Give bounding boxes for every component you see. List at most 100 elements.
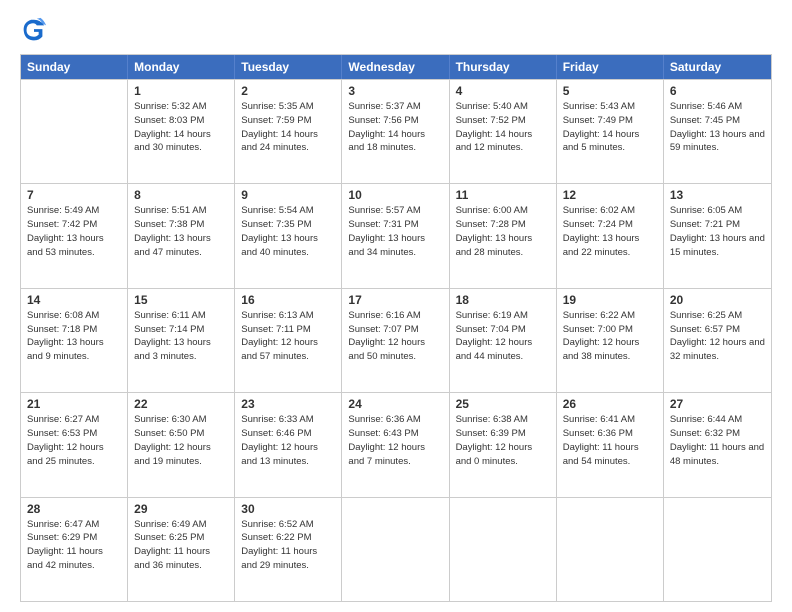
calendar-cell-12: 12 Sunrise: 6:02 AM Sunset: 7:24 PM Dayli… [557, 184, 664, 287]
calendar-body: 1 Sunrise: 5:32 AM Sunset: 8:03 PM Daylig… [21, 79, 771, 601]
day-number: 19 [563, 293, 657, 307]
day-info: Sunrise: 5:49 AM Sunset: 7:42 PM Dayligh… [27, 204, 121, 259]
day-info: Sunrise: 6:22 AM Sunset: 7:00 PM Dayligh… [563, 309, 657, 364]
calendar-cell-8: 8 Sunrise: 5:51 AM Sunset: 7:38 PM Daylig… [128, 184, 235, 287]
day-info: Sunrise: 5:54 AM Sunset: 7:35 PM Dayligh… [241, 204, 335, 259]
day-number: 13 [670, 188, 765, 202]
calendar-cell-empty-4-3 [342, 498, 449, 601]
calendar-cell-empty-0-0 [21, 80, 128, 183]
calendar-cell-18: 18 Sunrise: 6:19 AM Sunset: 7:04 PM Dayli… [450, 289, 557, 392]
day-info: Sunrise: 6:08 AM Sunset: 7:18 PM Dayligh… [27, 309, 121, 364]
day-number: 24 [348, 397, 442, 411]
header-cell-tuesday: Tuesday [235, 55, 342, 79]
calendar: SundayMondayTuesdayWednesdayThursdayFrid… [20, 54, 772, 602]
day-number: 30 [241, 502, 335, 516]
calendar-cell-23: 23Sunrise: 6:33 AM Sunset: 6:46 PM Dayli… [235, 393, 342, 496]
calendar-cell-5: 5Sunrise: 5:43 AM Sunset: 7:49 PM Daylig… [557, 80, 664, 183]
calendar-cell-29: 29 Sunrise: 6:49 AM Sunset: 6:25 PM Dayli… [128, 498, 235, 601]
header [20, 16, 772, 44]
header-cell-sunday: Sunday [21, 55, 128, 79]
calendar-row-0: 1 Sunrise: 5:32 AM Sunset: 8:03 PM Daylig… [21, 79, 771, 183]
day-number: 1 [134, 84, 228, 98]
calendar-cell-13: 13 Sunrise: 6:05 AM Sunset: 7:21 PM Dayli… [664, 184, 771, 287]
day-number: 20 [670, 293, 765, 307]
calendar-cell-11: 11 Sunrise: 6:00 AM Sunset: 7:28 PM Dayli… [450, 184, 557, 287]
day-info: Sunrise: 6:44 AM Sunset: 6:32 PM Dayligh… [670, 413, 765, 468]
day-number: 12 [563, 188, 657, 202]
day-info: Sunrise: 6:05 AM Sunset: 7:21 PM Dayligh… [670, 204, 765, 259]
calendar-cell-10: 10Sunrise: 5:57 AM Sunset: 7:31 PM Dayli… [342, 184, 449, 287]
calendar-cell-14: 14 Sunrise: 6:08 AM Sunset: 7:18 PM Dayli… [21, 289, 128, 392]
calendar-row-2: 14 Sunrise: 6:08 AM Sunset: 7:18 PM Dayli… [21, 288, 771, 392]
header-cell-friday: Friday [557, 55, 664, 79]
day-number: 23 [241, 397, 335, 411]
day-number: 26 [563, 397, 657, 411]
calendar-cell-27: 27Sunrise: 6:44 AM Sunset: 6:32 PM Dayli… [664, 393, 771, 496]
day-info: Sunrise: 6:52 AM Sunset: 6:22 PM Dayligh… [241, 518, 335, 573]
day-info: Sunrise: 5:40 AM Sunset: 7:52 PM Dayligh… [456, 100, 550, 155]
day-number: 14 [27, 293, 121, 307]
day-info: Sunrise: 6:27 AM Sunset: 6:53 PM Dayligh… [27, 413, 121, 468]
day-info: Sunrise: 6:47 AM Sunset: 6:29 PM Dayligh… [27, 518, 121, 573]
calendar-cell-empty-4-5 [557, 498, 664, 601]
day-info: Sunrise: 6:36 AM Sunset: 6:43 PM Dayligh… [348, 413, 442, 468]
calendar-cell-empty-4-6 [664, 498, 771, 601]
day-number: 22 [134, 397, 228, 411]
logo [20, 16, 52, 44]
day-info: Sunrise: 5:57 AM Sunset: 7:31 PM Dayligh… [348, 204, 442, 259]
day-number: 28 [27, 502, 121, 516]
calendar-cell-24: 24 Sunrise: 6:36 AM Sunset: 6:43 PM Dayli… [342, 393, 449, 496]
day-info: Sunrise: 6:02 AM Sunset: 7:24 PM Dayligh… [563, 204, 657, 259]
calendar-cell-6: 6 Sunrise: 5:46 AM Sunset: 7:45 PM Daylig… [664, 80, 771, 183]
day-number: 3 [348, 84, 442, 98]
calendar-cell-16: 16 Sunrise: 6:13 AM Sunset: 7:11 PM Dayli… [235, 289, 342, 392]
calendar-cell-3: 3 Sunrise: 5:37 AM Sunset: 7:56 PM Daylig… [342, 80, 449, 183]
day-number: 21 [27, 397, 121, 411]
calendar-cell-19: 19 Sunrise: 6:22 AM Sunset: 7:00 PM Dayli… [557, 289, 664, 392]
calendar-row-4: 28 Sunrise: 6:47 AM Sunset: 6:29 PM Dayli… [21, 497, 771, 601]
calendar-row-1: 7 Sunrise: 5:49 AM Sunset: 7:42 PM Daylig… [21, 183, 771, 287]
day-info: Sunrise: 6:19 AM Sunset: 7:04 PM Dayligh… [456, 309, 550, 364]
day-info: Sunrise: 5:32 AM Sunset: 8:03 PM Dayligh… [134, 100, 228, 155]
calendar-cell-empty-4-4 [450, 498, 557, 601]
day-info: Sunrise: 5:37 AM Sunset: 7:56 PM Dayligh… [348, 100, 442, 155]
day-number: 29 [134, 502, 228, 516]
day-number: 25 [456, 397, 550, 411]
calendar-cell-17: 17Sunrise: 6:16 AM Sunset: 7:07 PM Dayli… [342, 289, 449, 392]
day-info: Sunrise: 6:11 AM Sunset: 7:14 PM Dayligh… [134, 309, 228, 364]
day-number: 4 [456, 84, 550, 98]
calendar-header-row: SundayMondayTuesdayWednesdayThursdayFrid… [21, 55, 771, 79]
day-number: 2 [241, 84, 335, 98]
calendar-cell-22: 22 Sunrise: 6:30 AM Sunset: 6:50 PM Dayli… [128, 393, 235, 496]
calendar-cell-1: 1 Sunrise: 5:32 AM Sunset: 8:03 PM Daylig… [128, 80, 235, 183]
day-info: Sunrise: 5:51 AM Sunset: 7:38 PM Dayligh… [134, 204, 228, 259]
day-number: 11 [456, 188, 550, 202]
header-cell-monday: Monday [128, 55, 235, 79]
calendar-cell-15: 15 Sunrise: 6:11 AM Sunset: 7:14 PM Dayli… [128, 289, 235, 392]
calendar-cell-9: 9 Sunrise: 5:54 AM Sunset: 7:35 PM Daylig… [235, 184, 342, 287]
calendar-cell-26: 26 Sunrise: 6:41 AM Sunset: 6:36 PM Dayli… [557, 393, 664, 496]
day-number: 17 [348, 293, 442, 307]
day-info: Sunrise: 5:46 AM Sunset: 7:45 PM Dayligh… [670, 100, 765, 155]
header-cell-thursday: Thursday [450, 55, 557, 79]
day-number: 7 [27, 188, 121, 202]
header-cell-saturday: Saturday [664, 55, 771, 79]
day-info: Sunrise: 6:49 AM Sunset: 6:25 PM Dayligh… [134, 518, 228, 573]
day-info: Sunrise: 5:35 AM Sunset: 7:59 PM Dayligh… [241, 100, 335, 155]
calendar-cell-4: 4 Sunrise: 5:40 AM Sunset: 7:52 PM Daylig… [450, 80, 557, 183]
day-number: 9 [241, 188, 335, 202]
day-info: Sunrise: 6:13 AM Sunset: 7:11 PM Dayligh… [241, 309, 335, 364]
day-info: Sunrise: 6:25 AM Sunset: 6:57 PM Dayligh… [670, 309, 765, 364]
day-number: 8 [134, 188, 228, 202]
day-info: Sunrise: 6:38 AM Sunset: 6:39 PM Dayligh… [456, 413, 550, 468]
calendar-cell-30: 30 Sunrise: 6:52 AM Sunset: 6:22 PM Dayli… [235, 498, 342, 601]
page: SundayMondayTuesdayWednesdayThursdayFrid… [0, 0, 792, 612]
day-info: Sunrise: 6:00 AM Sunset: 7:28 PM Dayligh… [456, 204, 550, 259]
day-info: Sunrise: 6:30 AM Sunset: 6:50 PM Dayligh… [134, 413, 228, 468]
day-number: 18 [456, 293, 550, 307]
day-number: 6 [670, 84, 765, 98]
day-info: Sunrise: 6:41 AM Sunset: 6:36 PM Dayligh… [563, 413, 657, 468]
calendar-cell-25: 25 Sunrise: 6:38 AM Sunset: 6:39 PM Dayli… [450, 393, 557, 496]
day-number: 15 [134, 293, 228, 307]
day-number: 16 [241, 293, 335, 307]
